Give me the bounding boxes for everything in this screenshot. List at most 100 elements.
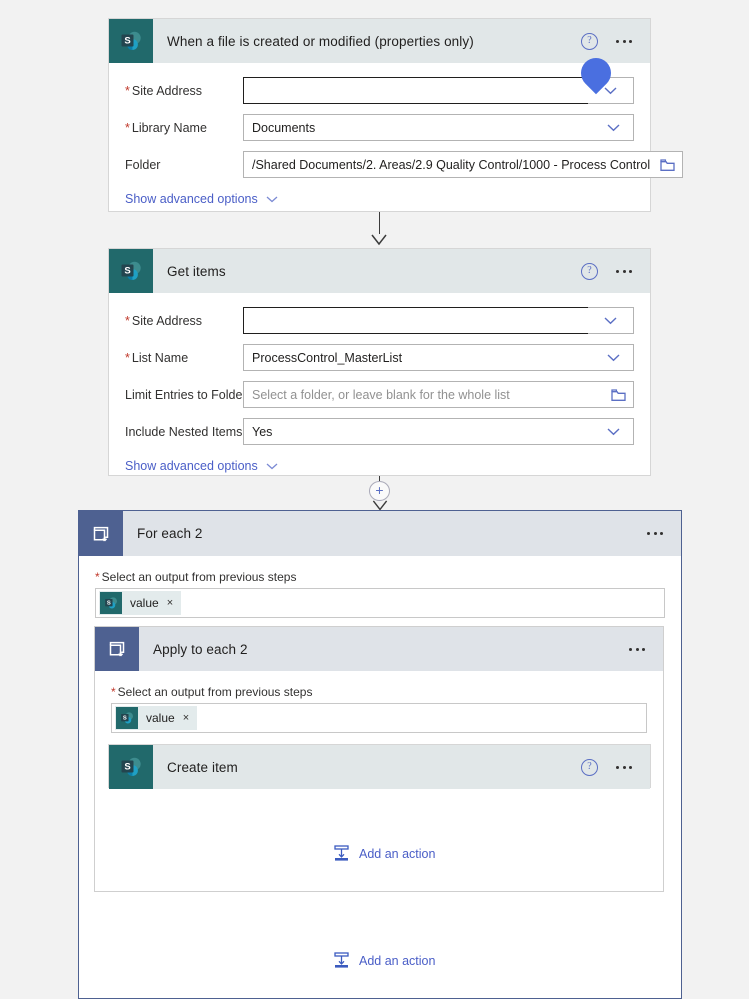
required-asterisk: * <box>125 350 130 365</box>
field-label-include-nested-items: Include Nested Items <box>125 424 243 439</box>
create-item-card: S Create item ? <box>108 744 651 789</box>
required-asterisk: * <box>125 313 130 328</box>
help-icon[interactable]: ? <box>581 262 598 280</box>
folder-input[interactable]: /Shared Documents/2. Areas/2.9 Quality C… <box>243 151 684 178</box>
list-name-input[interactable]: ProcessControl_MasterList <box>243 344 634 371</box>
help-icon[interactable]: ? <box>581 32 598 50</box>
add-action-icon <box>334 952 349 968</box>
chevron-down-icon[interactable] <box>588 307 634 334</box>
create-item-card-title: Create item <box>167 759 238 775</box>
field-row-folder: Folder /Shared Documents/2. Areas/2.9 Qu… <box>125 151 684 178</box>
field-label-list-name: * List Name <box>125 350 189 365</box>
field-label-limit-entries-to-folder: Limit Entries to Folder <box>125 387 247 402</box>
foreach-outer-header-tools <box>645 528 681 539</box>
sharepoint-icon: S <box>109 249 153 293</box>
field-control-include-nested-items: Yes <box>243 418 634 445</box>
chevron-down-icon <box>266 196 278 202</box>
trigger-card-header-tools: ? <box>581 32 650 50</box>
token-label: value <box>146 711 175 725</box>
ellipsis-icon[interactable] <box>614 36 634 47</box>
show-advanced-options-label: Show advanced options <box>125 459 258 473</box>
field-control-site-address <box>243 307 634 334</box>
show-advanced-options-label: Show advanced options <box>125 192 258 206</box>
foreach-inner-body: * Select an output from previous steps S … <box>95 671 663 733</box>
svg-text:S: S <box>123 715 127 721</box>
ellipsis-icon[interactable] <box>627 644 647 655</box>
loop-icon <box>79 511 123 556</box>
folder-picker-icon[interactable] <box>660 158 675 171</box>
dynamic-content-token[interactable]: S value × <box>99 591 182 615</box>
trigger-card-title: When a file is created or modified (prop… <box>167 33 474 49</box>
field-label-library-name: * Library Name <box>125 120 207 135</box>
insert-step-button[interactable]: + <box>369 480 390 501</box>
field-control-library-name: Documents <box>243 114 634 141</box>
create-item-card-header-tools: ? <box>581 758 650 776</box>
chevron-down-icon <box>266 463 278 469</box>
foreach-outer-output-input[interactable]: S value × <box>95 588 665 618</box>
chevron-down-icon[interactable] <box>593 419 633 444</box>
chevron-down-icon[interactable] <box>593 345 633 370</box>
required-asterisk: * <box>111 685 116 699</box>
required-asterisk: * <box>125 120 130 135</box>
ellipsis-icon[interactable] <box>614 266 634 277</box>
svg-text:S: S <box>124 35 130 46</box>
show-advanced-options-trigger[interactable]: Show advanced options <box>125 192 278 206</box>
svg-text:S: S <box>124 265 130 276</box>
foreach-inner-title: Apply to each 2 <box>153 641 248 657</box>
foreach-inner-output-label: * Select an output from previous steps <box>111 685 313 699</box>
get-items-card-header-tools: ? <box>581 262 650 280</box>
field-label-site-address: * Site Address <box>125 313 203 328</box>
remove-token-icon[interactable]: × <box>167 597 173 609</box>
field-row-library-name: * Library Name Documents <box>125 114 634 141</box>
foreach-inner-header-tools <box>627 644 663 655</box>
chevron-down-icon[interactable] <box>588 77 634 104</box>
ellipsis-icon[interactable] <box>614 762 634 773</box>
folder-picker-icon[interactable] <box>611 388 626 401</box>
add-action-label: Add an action <box>359 953 436 968</box>
library-name-input[interactable]: Documents <box>243 114 634 141</box>
ellipsis-icon[interactable] <box>645 528 665 539</box>
arrow-down-icon <box>371 234 387 246</box>
remove-token-icon[interactable]: × <box>183 712 189 724</box>
svg-text:S: S <box>107 600 111 606</box>
field-control-site-address <box>243 77 634 104</box>
site-address-input[interactable] <box>243 307 588 334</box>
field-row-site-address: * Site Address <box>125 307 634 334</box>
include-nested-items-input[interactable]: Yes <box>243 418 634 445</box>
foreach-inner-output-input[interactable]: S value × <box>111 703 647 733</box>
add-action-label: Add an action <box>359 846 436 861</box>
add-action-button-outer[interactable]: Add an action <box>333 952 435 969</box>
sharepoint-icon: S <box>100 592 122 614</box>
connector-trigger-to-getitems <box>370 212 388 248</box>
connector-getitems-to-foreach: + <box>369 476 390 512</box>
chevron-down-icon[interactable] <box>593 115 633 140</box>
loop-icon <box>95 627 139 671</box>
required-asterisk: * <box>125 83 130 98</box>
field-row-site-address: * Site Address <box>125 77 634 104</box>
foreach-outer-output-label: * Select an output from previous steps <box>95 570 297 584</box>
sharepoint-icon: S <box>116 707 138 729</box>
field-label-site-address: * Site Address <box>125 83 203 98</box>
trigger-card: S When a file is created or modified (pr… <box>108 18 684 212</box>
sharepoint-icon: S <box>109 745 153 789</box>
field-label-folder: Folder <box>125 157 161 172</box>
field-control-limit-entries-to-folder: Select a folder, or leave blank for the … <box>243 381 634 408</box>
foreach-outer-body: * Select an output from previous steps S … <box>79 556 681 618</box>
field-row-include-nested-items: Include Nested Items Yes <box>125 418 634 445</box>
get-items-card: S Get items ? * Site Address * List Name… <box>108 248 651 476</box>
field-row-limit-entries-to-folder: Limit Entries to Folder Select a folder,… <box>125 381 634 408</box>
add-action-icon <box>334 845 349 861</box>
get-items-card-header[interactable]: S Get items ? <box>109 249 650 293</box>
foreach-inner-header[interactable]: Apply to each 2 <box>95 627 663 671</box>
get-items-card-title: Get items <box>167 263 226 279</box>
dynamic-content-token[interactable]: S value × <box>115 706 198 730</box>
limit-entries-to-folder-input[interactable]: Select a folder, or leave blank for the … <box>243 381 634 408</box>
show-advanced-options-getitems[interactable]: Show advanced options <box>125 459 278 473</box>
help-icon[interactable]: ? <box>581 758 598 776</box>
trigger-card-header[interactable]: S When a file is created or modified (pr… <box>109 19 650 63</box>
add-action-button-inner[interactable]: Add an action <box>333 845 435 862</box>
foreach-outer-header[interactable]: For each 2 <box>79 511 681 556</box>
trigger-card-body: *Site Address *Library Name Documents <box>109 63 684 220</box>
create-item-card-header[interactable]: S Create item ? <box>109 745 650 789</box>
site-address-input[interactable] <box>243 77 588 104</box>
